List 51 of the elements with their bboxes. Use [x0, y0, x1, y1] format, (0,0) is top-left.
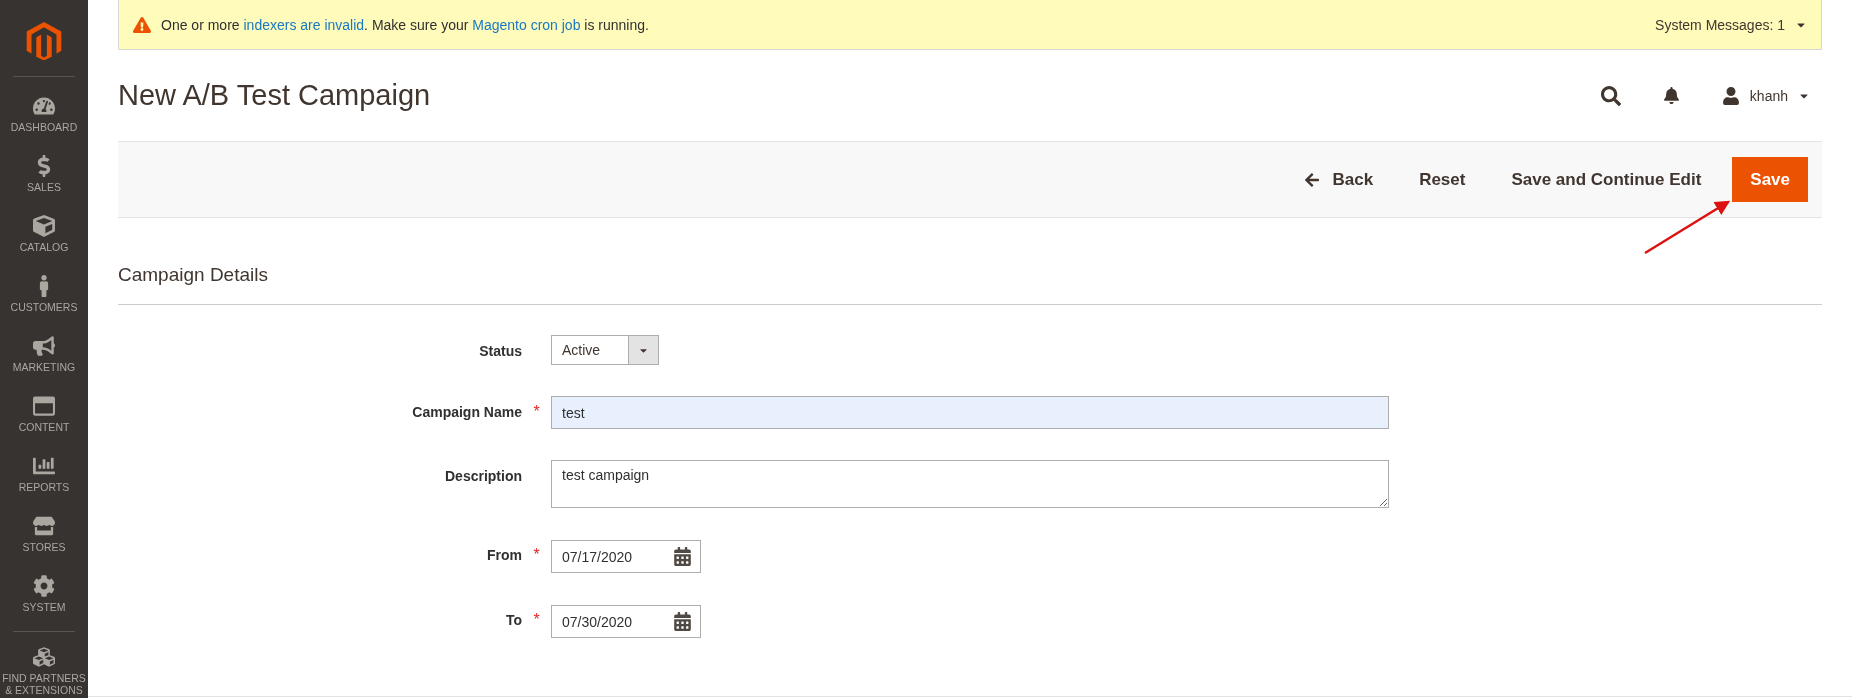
sidebar-item[interactable]: CATALOG	[0, 207, 88, 268]
message-link[interactable]: indexers are invalid	[243, 16, 365, 33]
field-label: To	[504, 611, 522, 628]
megaphone-icon	[33, 335, 55, 358]
required-mark: *	[532, 545, 541, 564]
user-menu[interactable]: khanh	[1721, 86, 1810, 105]
save-button[interactable]: Save	[1732, 157, 1808, 202]
field-label: Description	[444, 467, 522, 484]
sidebar-item[interactable]: CONTENT	[0, 387, 88, 448]
message-link[interactable]: Magento cron job	[472, 16, 581, 33]
system-messages-toggle[interactable]: System Messages: 1	[1655, 16, 1807, 33]
logo-icon[interactable]	[26, 22, 62, 61]
page-title: New A/B Test Campaign	[118, 79, 432, 112]
required-mark: *	[532, 402, 541, 421]
field-label: Status	[478, 342, 522, 359]
sidebar-item[interactable]: REPORTS	[0, 447, 88, 508]
text-field[interactable]: test	[551, 396, 1389, 429]
sidebar-item[interactable]: MARKETING	[0, 327, 88, 388]
action-button[interactable]: Save and Continue Edit	[1488, 157, 1725, 202]
sidebar-item[interactable]: CUSTOMERS	[0, 267, 88, 328]
storefront-icon	[33, 515, 55, 538]
sidebar-item[interactable]: STORES	[0, 507, 88, 568]
bell-icon[interactable]	[1662, 87, 1680, 104]
warning-icon	[133, 15, 151, 34]
calendar-icon[interactable]	[673, 612, 692, 631]
date-picker[interactable]: 07/30/2020	[551, 605, 701, 638]
date-picker[interactable]: 07/17/2020	[551, 540, 701, 573]
blocks-icon	[33, 646, 55, 668]
layout-icon	[33, 395, 55, 418]
user-icon	[1721, 86, 1740, 105]
sidebar-item[interactable]: SALES	[0, 147, 88, 208]
status-select[interactable]: Active	[551, 335, 659, 365]
box-icon	[33, 215, 55, 238]
required-mark: *	[532, 610, 541, 629]
textarea-field[interactable]: test campaign	[551, 460, 1389, 508]
system-message-text: One or more indexers are invalid. Make sure your Magento cron job is running.	[161, 16, 650, 33]
calendar-icon[interactable]	[673, 547, 692, 566]
date-input[interactable]: 07/30/2020	[562, 613, 673, 630]
date-input[interactable]: 07/17/2020	[562, 548, 673, 565]
gear-icon	[33, 575, 55, 598]
sidebar-item[interactable]: SYSTEM	[0, 567, 88, 628]
left-arrow-icon	[1304, 171, 1321, 188]
back-button[interactable]: Back	[1281, 157, 1397, 202]
action-button[interactable]: Reset	[1396, 157, 1489, 202]
field-label: From	[486, 546, 522, 563]
search-icon[interactable]	[1600, 85, 1621, 106]
section-title: Campaign Details	[118, 264, 1822, 305]
sidebar-item[interactable]: FIND PARTNERS & EXTENSIONS	[0, 638, 88, 698]
gauge-icon	[33, 95, 55, 118]
sidebar-item[interactable]: DASHBOARD	[0, 87, 88, 148]
field-label: Campaign Name	[411, 403, 522, 420]
